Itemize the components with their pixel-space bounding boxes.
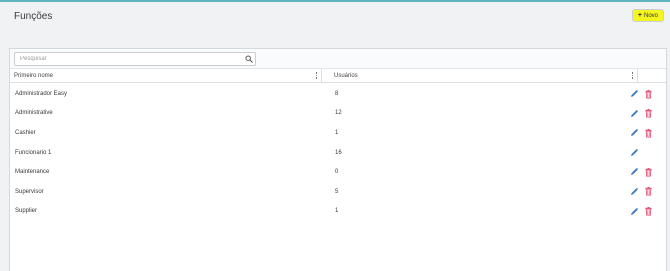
role-name: Cashier xyxy=(15,129,36,136)
table-row[interactable]: Cashier 1 xyxy=(10,123,666,143)
role-users-count: 1 xyxy=(335,129,339,136)
kebab-icon[interactable] xyxy=(315,72,318,79)
role-users-count: 12 xyxy=(335,110,342,117)
role-name: Supervisor xyxy=(15,188,44,195)
role-users-count: 8 xyxy=(335,90,339,97)
pencil-icon[interactable] xyxy=(629,88,639,99)
kebab-icon[interactable] xyxy=(631,72,634,79)
pencil-icon[interactable] xyxy=(629,147,639,158)
role-name: Maintenance xyxy=(15,169,50,176)
column-header-name-label: Primeiro nome xyxy=(14,73,54,79)
role-users-count: 0 xyxy=(335,169,339,176)
trash-icon[interactable] xyxy=(643,186,653,197)
pencil-icon[interactable] xyxy=(629,108,639,119)
pencil-icon[interactable] xyxy=(629,166,639,177)
roles-panel: Primeiro nome Usuários Administrador Eas… xyxy=(9,48,667,271)
column-header-actions xyxy=(638,69,666,83)
role-name: Administrador Easy xyxy=(15,90,68,97)
table-row[interactable]: Administrador Easy 8 xyxy=(10,84,666,104)
role-name: Administrative xyxy=(15,110,53,117)
column-header-users[interactable]: Usuários xyxy=(330,69,638,83)
column-header-users-label: Usuários xyxy=(334,73,358,79)
top-accent-bar xyxy=(0,0,670,2)
role-users-count: 5 xyxy=(335,188,339,195)
table-row[interactable]: Administrative 12 xyxy=(10,104,666,124)
page-title: Funções xyxy=(14,11,53,22)
pencil-icon[interactable] xyxy=(629,127,639,138)
pencil-icon[interactable] xyxy=(629,186,639,197)
role-users-count: 1 xyxy=(335,208,339,215)
column-header-name[interactable]: Primeiro nome xyxy=(10,69,322,83)
table-header: Primeiro nome Usuários xyxy=(10,69,666,83)
table-row[interactable]: Supplier 1 xyxy=(10,202,666,222)
role-users-count: 16 xyxy=(335,149,342,156)
table-row[interactable]: Supervisor 5 xyxy=(10,182,666,202)
search-box xyxy=(14,52,256,66)
new-button[interactable]: + Novo xyxy=(631,9,664,22)
trash-icon[interactable] xyxy=(643,108,653,119)
plus-icon: + xyxy=(637,12,642,19)
trash-icon[interactable] xyxy=(643,166,653,177)
trash-icon[interactable] xyxy=(643,127,653,138)
role-name: Funcionario 1 xyxy=(15,149,52,156)
pencil-icon[interactable] xyxy=(629,206,639,217)
table-row[interactable]: Maintenance 0 xyxy=(10,162,666,182)
role-name: Supplier xyxy=(15,208,38,215)
search-icon[interactable] xyxy=(243,53,255,65)
search-input[interactable] xyxy=(15,53,243,65)
trash-icon[interactable] xyxy=(643,206,653,217)
table-body: Administrador Easy 8 Administrative 12 Cashi… xyxy=(10,84,666,221)
trash-icon[interactable] xyxy=(643,88,653,99)
new-button-label: Novo xyxy=(643,12,658,19)
table-row[interactable]: Funcionario 1 16 xyxy=(10,143,666,163)
